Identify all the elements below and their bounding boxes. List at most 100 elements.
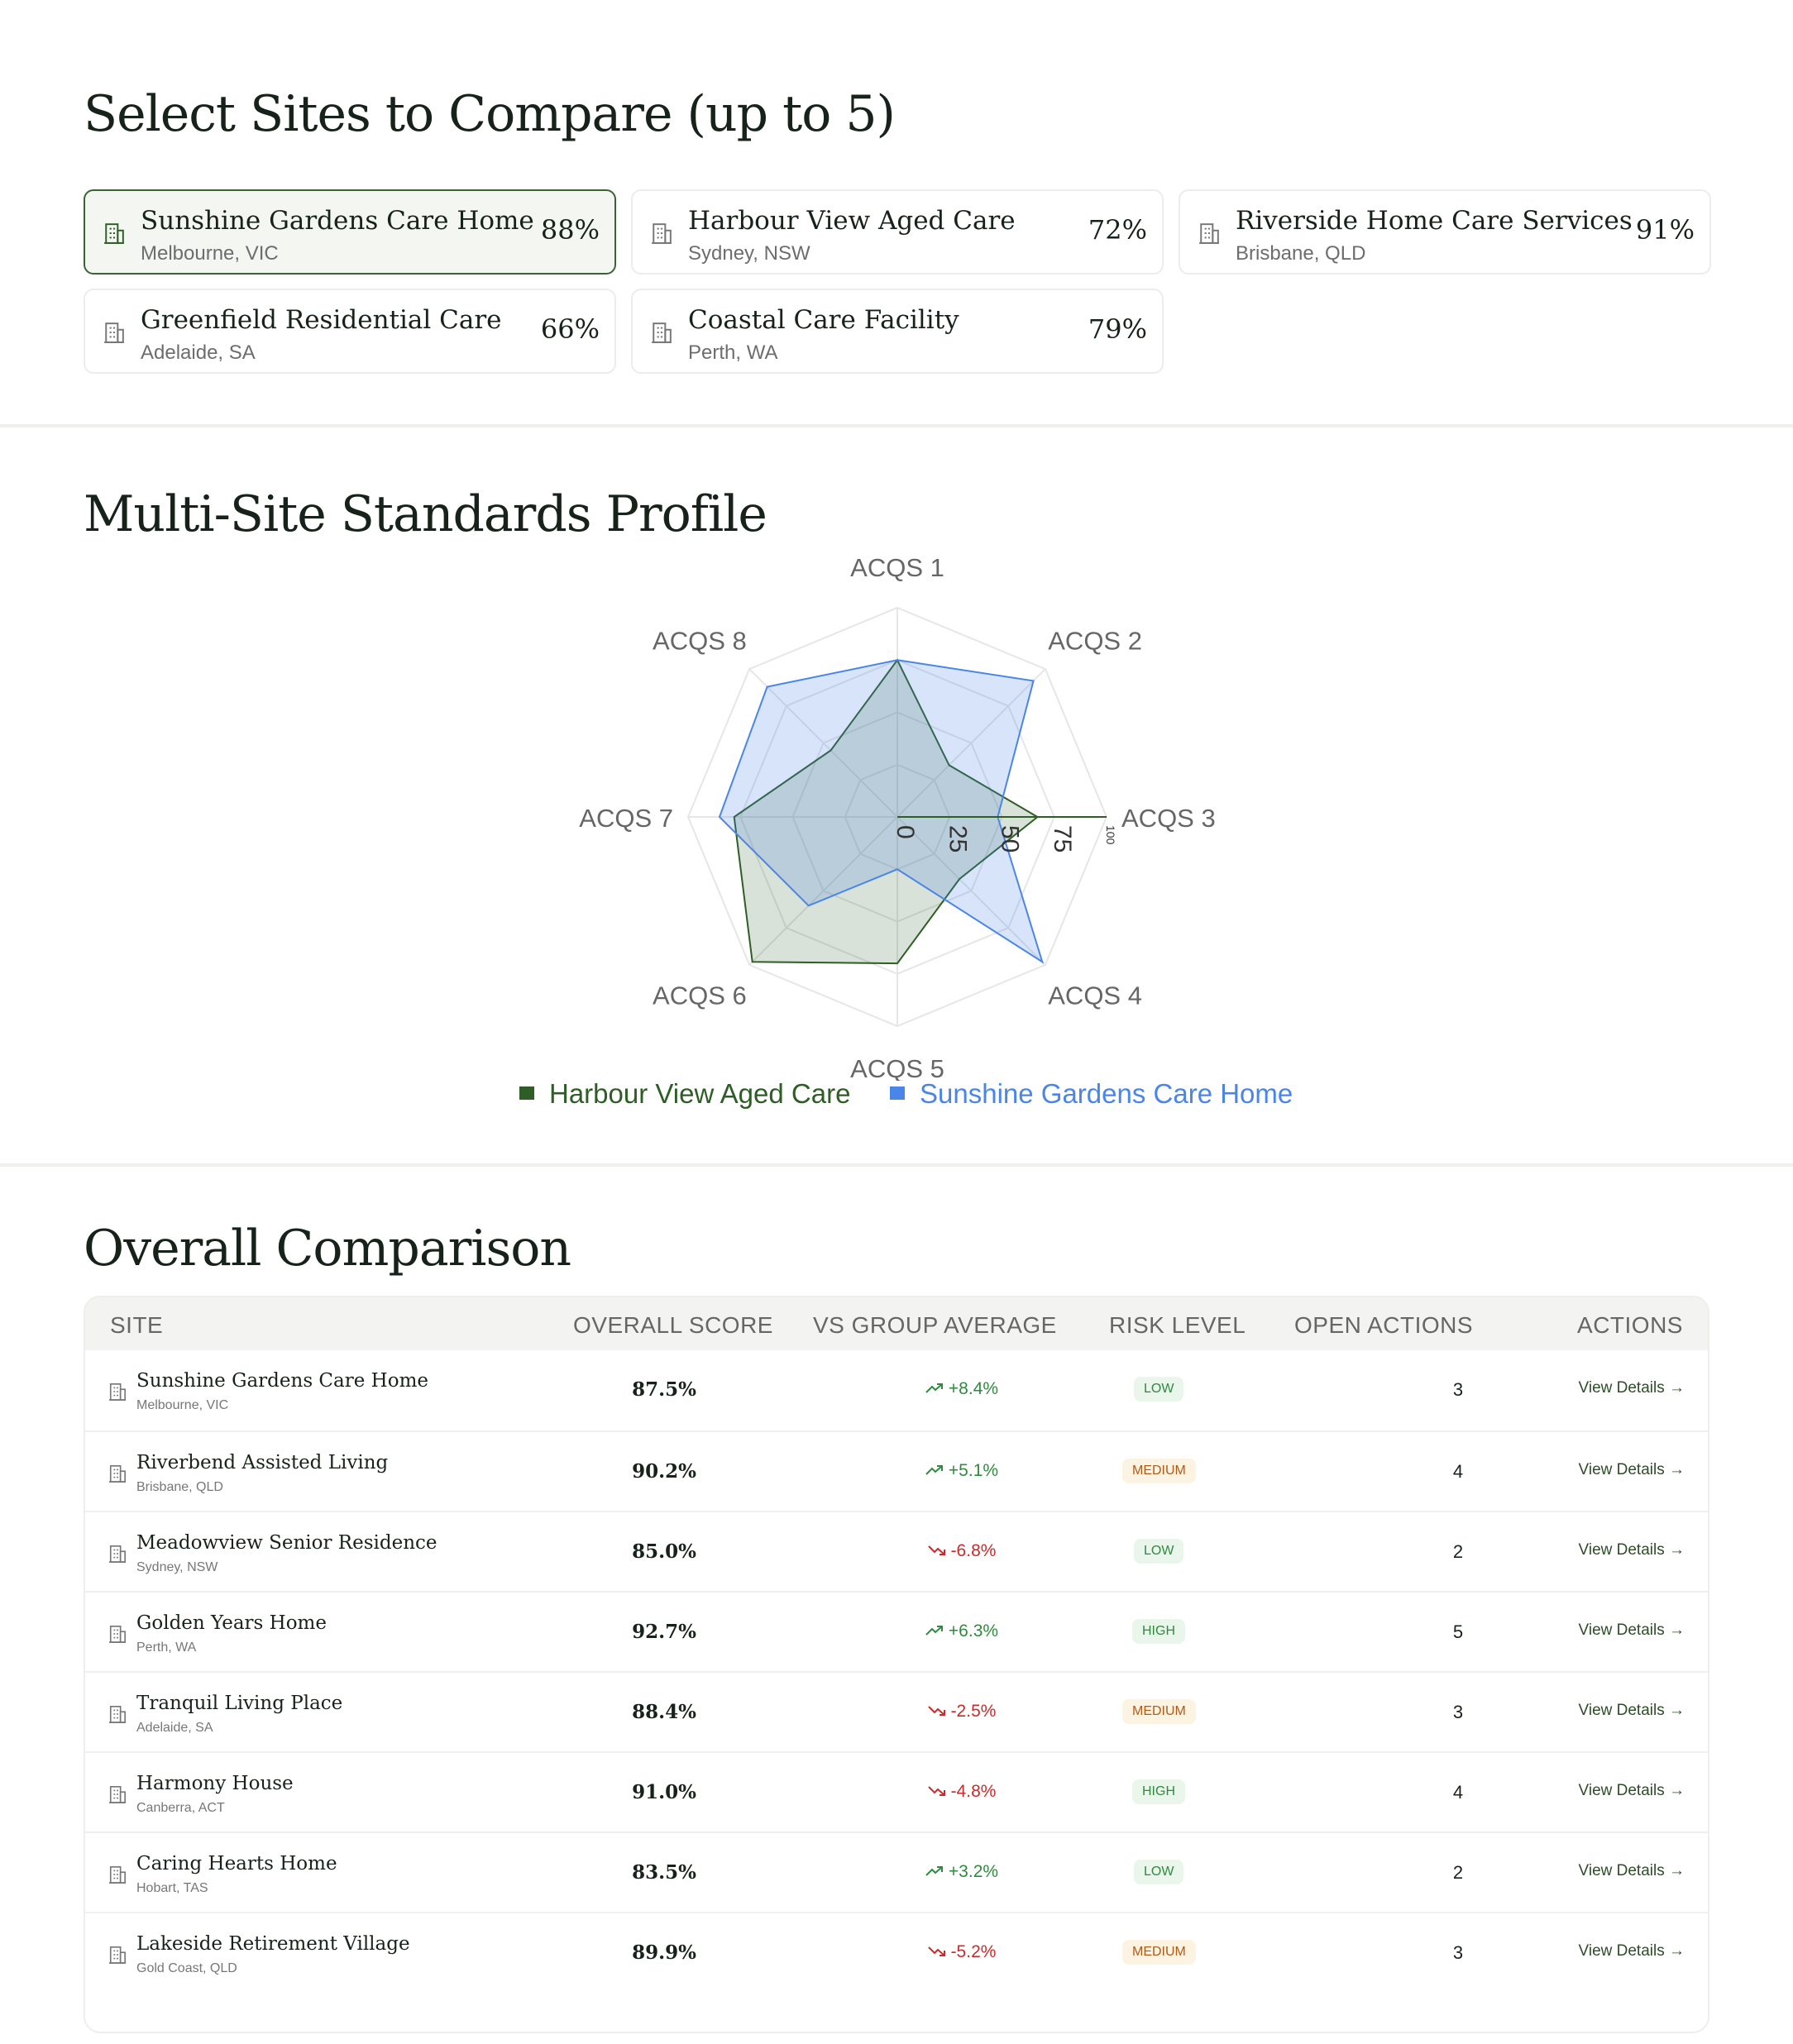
row-site-name: Riverbend Assisted Living xyxy=(136,1452,389,1473)
view-details-link[interactable]: View Details → xyxy=(1579,1942,1685,1960)
row-site-location: Gold Coast, QLD xyxy=(136,1961,237,1975)
site-card[interactable]: Harbour View Aged Care Sydney, NSW 72% xyxy=(631,189,1164,275)
trending-down-icon xyxy=(927,1702,951,1721)
trending-down-icon xyxy=(927,1942,951,1961)
row-vs-group-average: +8.4% xyxy=(879,1379,1045,1399)
view-details-link[interactable]: View Details → xyxy=(1579,1379,1685,1397)
site-card-location: Sydney, NSW xyxy=(688,242,810,265)
row-open-actions: 2 xyxy=(1452,1862,1464,1883)
trending-up-icon xyxy=(925,1621,949,1640)
building-icon xyxy=(108,1704,127,1724)
risk-badge: LOW xyxy=(1134,1539,1184,1564)
risk-badge: HIGH xyxy=(1132,1619,1185,1644)
site-card-score: 79% xyxy=(1088,313,1147,345)
table-row: Golden Years Home Perth, WA 92.7% +6.3% HIGH… xyxy=(85,1591,1708,1671)
site-card-score: 91% xyxy=(1635,214,1695,246)
header-vs-group-average: VS GROUP AVERAGE xyxy=(813,1312,1057,1338)
overall-comparison-section: Overall Comparison SITE OVERALL SCORE VS… xyxy=(2,1167,1791,2042)
row-overall-score: 91.0% xyxy=(632,1781,696,1803)
building-icon xyxy=(108,1544,127,1564)
building-icon xyxy=(651,221,672,246)
trending-up-icon xyxy=(925,1379,949,1398)
table-row: Lakeside Retirement Village Gold Coast, Q… xyxy=(85,1912,1708,1992)
row-site-location: Perth, WA xyxy=(136,1640,197,1655)
row-site-location: Hobart, TAS xyxy=(136,1881,208,1895)
risk-badge: HIGH xyxy=(1132,1779,1185,1804)
row-open-actions: 3 xyxy=(1452,1379,1464,1400)
legend-swatch xyxy=(519,1086,534,1100)
radar-axis-label: ACQS 3 xyxy=(1121,804,1216,833)
row-vs-value: +8.4% xyxy=(948,1379,999,1398)
building-icon xyxy=(108,1382,127,1402)
legend-item-sunshine-gardens[interactable]: Sunshine Gardens Care Home xyxy=(890,1078,1293,1110)
site-selection-section: Select Sites to Compare (up to 5) Sunshi… xyxy=(2,2,1791,424)
site-card[interactable]: Riverside Home Care Services Brisbane, QL… xyxy=(1179,189,1711,275)
header-actions: ACTIONS xyxy=(1577,1312,1683,1338)
site-card[interactable]: Greenfield Residential Care Adelaide, SA 6… xyxy=(84,289,616,374)
radar-chart: 0 25 50 75 100 ACQS 1 ACQS 2 ACQS 3 ACQS 4 ACQS 5… xyxy=(579,553,1216,1081)
trending-up-icon xyxy=(925,1862,949,1881)
view-details-link[interactable]: View Details → xyxy=(1579,1702,1685,1720)
risk-badge: MEDIUM xyxy=(1122,1699,1196,1724)
row-open-actions: 4 xyxy=(1452,1461,1464,1482)
site-card-score: 66% xyxy=(540,313,600,345)
row-vs-value: -6.8% xyxy=(950,1541,997,1560)
row-site-name: Lakeside Retirement Village xyxy=(136,1933,410,1955)
row-vs-group-average: +3.2% xyxy=(879,1862,1045,1882)
row-overall-score: 87.5% xyxy=(632,1378,696,1401)
legend-label: Sunshine Gardens Care Home xyxy=(920,1078,1293,1109)
view-details-link[interactable]: View Details → xyxy=(1579,1782,1685,1800)
site-card-name: Coastal Care Facility xyxy=(688,305,959,335)
risk-badge: MEDIUM xyxy=(1122,1940,1196,1965)
comparison-table: SITE OVERALL SCORE VS GROUP AVERAGE RISK… xyxy=(84,1296,1709,2033)
row-site-name: Meadowview Senior Residence xyxy=(136,1532,437,1554)
site-card-name: Harbour View Aged Care xyxy=(688,206,1016,236)
risk-badge: LOW xyxy=(1134,1860,1184,1884)
row-open-actions: 3 xyxy=(1452,1702,1464,1722)
building-icon xyxy=(651,320,672,345)
radar-axis-label: ACQS 7 xyxy=(579,804,673,833)
legend-item-harbour-view[interactable]: Harbour View Aged Care xyxy=(519,1078,850,1110)
row-site-location: Canberra, ACT xyxy=(136,1801,225,1815)
site-card-name: Sunshine Gardens Care Home xyxy=(141,206,534,236)
row-site-name: Sunshine Gardens Care Home xyxy=(136,1370,428,1392)
row-site-location: Brisbane, QLD xyxy=(136,1480,223,1494)
table-row: Harmony House Canberra, ACT 91.0% -4.8% HIGH… xyxy=(85,1751,1708,1831)
row-overall-score: 85.0% xyxy=(632,1540,696,1563)
row-overall-score: 83.5% xyxy=(632,1861,696,1884)
row-overall-score: 88.4% xyxy=(632,1701,696,1723)
legend-swatch xyxy=(890,1086,905,1100)
risk-badge: MEDIUM xyxy=(1122,1459,1196,1483)
row-vs-value: +6.3% xyxy=(948,1621,999,1640)
row-site-name: Caring Hearts Home xyxy=(136,1853,337,1874)
radar-tick-label: 75 xyxy=(1049,825,1076,852)
table-row: Caring Hearts Home Hobart, TAS 83.5% +3.2% L… xyxy=(85,1831,1708,1912)
radar-tick-label: 25 xyxy=(944,825,971,852)
view-details-link[interactable]: View Details → xyxy=(1579,1862,1685,1880)
radar-axis-label: ACQS 2 xyxy=(1048,627,1142,656)
view-details-link[interactable]: View Details → xyxy=(1579,1621,1685,1640)
row-vs-group-average: +6.3% xyxy=(879,1621,1045,1641)
building-icon xyxy=(108,1624,127,1644)
row-vs-value: -4.8% xyxy=(950,1782,997,1801)
row-overall-score: 89.9% xyxy=(632,1941,696,1964)
site-card-location: Adelaide, SA xyxy=(141,341,256,364)
building-icon xyxy=(108,1865,127,1884)
site-card-location: Brisbane, QLD xyxy=(1236,242,1366,265)
site-card[interactable]: Coastal Care Facility Perth, WA 79% xyxy=(631,289,1164,374)
radar-axis-label: ACQS 1 xyxy=(850,553,944,582)
row-site-name: Tranquil Living Place xyxy=(136,1693,343,1714)
row-open-actions: 5 xyxy=(1452,1621,1464,1642)
row-overall-score: 92.7% xyxy=(632,1621,696,1643)
row-vs-value: -2.5% xyxy=(950,1702,997,1721)
row-site-location: Melbourne, VIC xyxy=(136,1398,229,1412)
view-details-link[interactable]: View Details → xyxy=(1579,1461,1685,1479)
trending-up-icon xyxy=(925,1461,949,1480)
view-details-link[interactable]: View Details → xyxy=(1579,1541,1685,1559)
table-header: SITE OVERALL SCORE VS GROUP AVERAGE RISK… xyxy=(85,1297,1708,1350)
trending-down-icon xyxy=(927,1782,951,1801)
site-card-score: 88% xyxy=(540,214,600,246)
row-vs-group-average: -2.5% xyxy=(879,1702,1045,1722)
header-risk-level: RISK LEVEL xyxy=(1109,1312,1246,1338)
site-card[interactable]: Sunshine Gardens Care Home Melbourne, VIC… xyxy=(84,189,616,275)
